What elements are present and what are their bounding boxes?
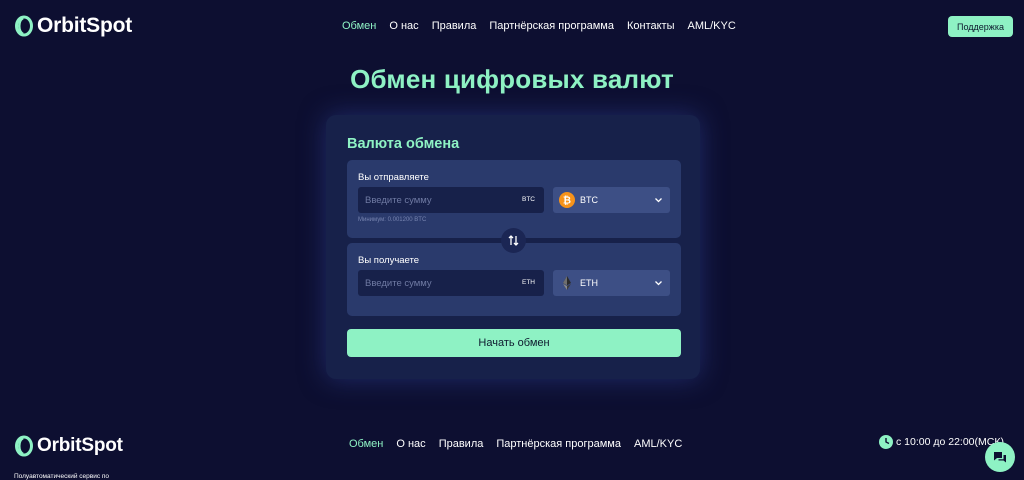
nav-link-about[interactable]: О нас	[389, 20, 418, 32]
footer-link-partner-program[interactable]: Партнёрская программа	[496, 438, 621, 450]
ethereum-icon	[563, 276, 571, 290]
clock-icon	[879, 435, 893, 449]
exchange-card: Валюта обмена Вы отправляете BTC ₿ BTC М…	[326, 115, 700, 379]
footer-logo[interactable]: OrbitSpot	[14, 435, 123, 457]
receive-amount-input[interactable]	[358, 270, 515, 296]
chevron-down-icon	[655, 281, 662, 286]
footer-nav: Обмен О нас Правила Партнёрская программ…	[349, 438, 682, 450]
chat-icon	[994, 451, 1006, 462]
receive-label: Вы получаете	[358, 255, 420, 266]
chat-button[interactable]	[985, 442, 1015, 472]
receive-amount-field: ETH	[358, 270, 544, 296]
working-hours: с 10:00 до 22:00(МСК)	[879, 435, 1004, 449]
send-panel: Вы отправляете BTC ₿ BTC Минимум: 0.0012…	[347, 160, 681, 238]
svg-text:₿: ₿	[563, 195, 571, 207]
receive-currency-code: ETH	[580, 278, 598, 288]
bitcoin-icon: ₿	[559, 192, 575, 208]
swap-currencies-button[interactable]	[501, 228, 526, 253]
orbit-logo-icon	[15, 15, 33, 37]
page-title: Обмен цифровых валют	[350, 64, 674, 94]
send-label: Вы отправляете	[358, 172, 429, 183]
footer-link-about[interactable]: О нас	[396, 438, 425, 450]
nav-link-partner-program[interactable]: Партнёрская программа	[489, 20, 614, 32]
nav-link-rules[interactable]: Правила	[432, 20, 477, 32]
start-exchange-button[interactable]: Начать обмен	[347, 329, 681, 357]
card-title: Валюта обмена	[347, 136, 460, 152]
nav-link-exchange[interactable]: Обмен	[342, 20, 376, 32]
receive-currency-select[interactable]: ETH	[553, 270, 670, 296]
send-currency-select[interactable]: ₿ BTC	[553, 187, 670, 213]
footer-link-rules[interactable]: Правила	[439, 438, 484, 450]
footer-link-exchange[interactable]: Обмен	[349, 438, 383, 450]
chevron-down-icon	[655, 198, 662, 203]
swap-arrows-icon	[508, 235, 519, 246]
send-unit: BTC	[522, 196, 535, 203]
footer-link-aml-kyc[interactable]: AML/KYC	[634, 438, 682, 450]
brand-name: OrbitSpot	[37, 14, 133, 37]
receive-panel: Вы получаете ETH ETH	[347, 243, 681, 316]
orbit-logo-icon	[15, 435, 33, 457]
receive-unit: ETH	[522, 279, 535, 286]
send-currency-code: BTC	[580, 195, 598, 205]
send-amount-input[interactable]	[358, 187, 515, 213]
footer-brand-name: OrbitSpot	[37, 435, 123, 456]
minimum-amount-note: Минимум: 0.001200 BTC	[358, 217, 427, 223]
main-nav: Обмен О нас Правила Партнёрская программ…	[342, 20, 736, 32]
nav-link-contacts[interactable]: Контакты	[627, 20, 675, 32]
logo[interactable]: OrbitSpot	[14, 14, 132, 38]
support-button[interactable]: Поддержка	[948, 16, 1013, 37]
nav-link-aml-kyc[interactable]: AML/KYC	[688, 20, 736, 32]
send-amount-field: BTC	[358, 187, 544, 213]
